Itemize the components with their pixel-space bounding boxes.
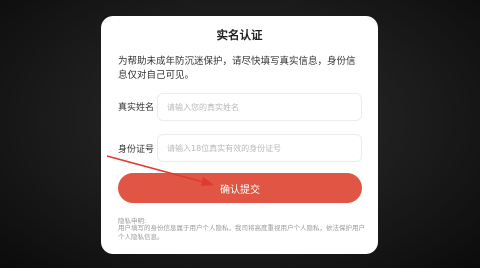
dialog-title: 实名认证 — [216, 28, 263, 42]
id-field-label: 身份证号 — [118, 145, 155, 155]
privacy-statement: 用户填写的身份信息属于用户个人隐私，我司将高度重视用户个人隐私，依法保护用户个人… — [118, 224, 365, 241]
real-name-verification-dialog: 实名认证 为帮助未成年防沉迷保护，请尽快填写真实信息，身份信息仅对自己可见。 真… — [101, 16, 378, 254]
name-input[interactable] — [157, 93, 362, 121]
name-field-label: 真实姓名 — [118, 103, 155, 113]
id-number-input[interactable] — [157, 134, 362, 162]
submit-button[interactable]: 确认提交 — [118, 173, 362, 203]
dialog-description: 为帮助未成年防沉迷保护，请尽快填写真实信息，身份信息仅对自己可见。 — [118, 56, 356, 81]
